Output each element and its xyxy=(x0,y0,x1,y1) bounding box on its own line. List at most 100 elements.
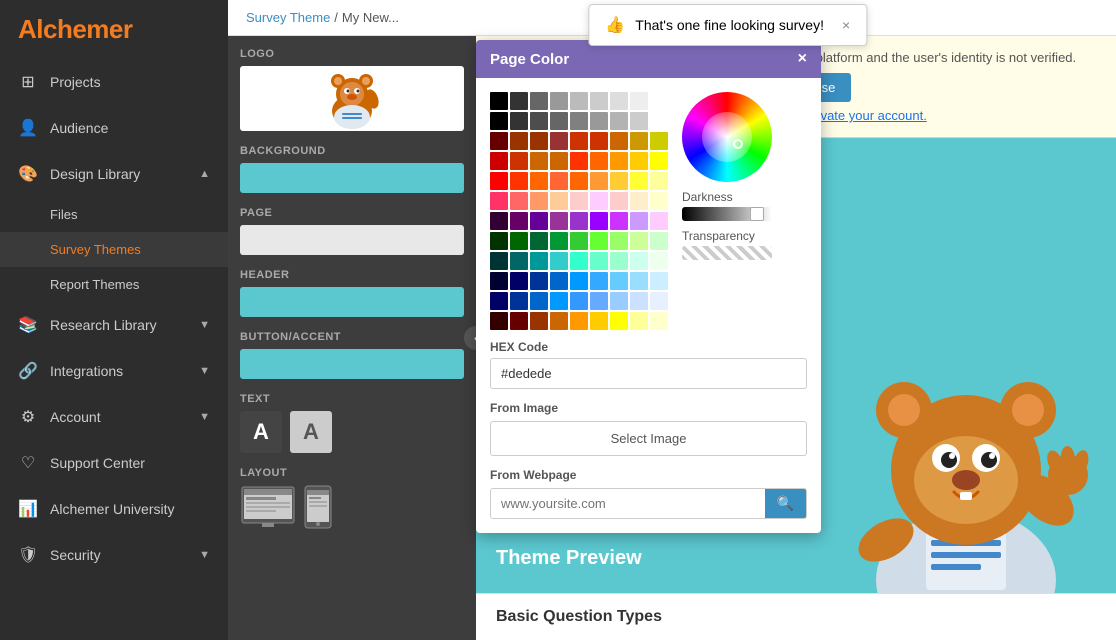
color-cell[interactable] xyxy=(650,152,668,170)
sidebar-sub-files[interactable]: Files xyxy=(0,197,228,232)
color-cell[interactable] xyxy=(550,232,568,250)
breadcrumb-parent[interactable]: Survey Theme xyxy=(246,10,330,25)
color-cell[interactable] xyxy=(590,172,608,190)
color-cell[interactable] xyxy=(530,272,548,290)
color-cell[interactable] xyxy=(610,152,628,170)
color-cell[interactable] xyxy=(630,92,648,110)
color-cell[interactable] xyxy=(550,212,568,230)
color-cell[interactable] xyxy=(530,112,548,130)
color-cell[interactable] xyxy=(490,192,508,210)
color-cell[interactable] xyxy=(550,172,568,190)
color-cell[interactable] xyxy=(570,252,588,270)
color-cell[interactable] xyxy=(550,272,568,290)
color-cell[interactable] xyxy=(550,312,568,330)
color-cell[interactable] xyxy=(630,212,648,230)
color-cell[interactable] xyxy=(650,292,668,310)
color-cell[interactable] xyxy=(510,172,528,190)
color-cell[interactable] xyxy=(630,112,648,130)
color-cell[interactable] xyxy=(510,272,528,290)
background-color-swatch[interactable] xyxy=(240,163,464,193)
sidebar-item-support[interactable]: ♡ Support Center xyxy=(0,440,228,486)
header-color-swatch[interactable] xyxy=(240,287,464,317)
collapse-panel-button[interactable]: ‹ xyxy=(462,324,476,352)
color-cell[interactable] xyxy=(590,132,608,150)
color-cell[interactable] xyxy=(610,312,628,330)
color-cell[interactable] xyxy=(590,272,608,290)
color-cell[interactable] xyxy=(510,92,528,110)
sidebar-item-audience[interactable]: 👤 Audience xyxy=(0,105,228,151)
color-cell[interactable] xyxy=(530,292,548,310)
color-picker-close-button[interactable]: × xyxy=(798,50,807,68)
sidebar-sub-survey-themes[interactable]: Survey Themes xyxy=(0,232,228,267)
color-cell[interactable] xyxy=(590,312,608,330)
color-cell[interactable] xyxy=(630,292,648,310)
sidebar-item-projects[interactable]: ⊞ Projects xyxy=(0,59,228,105)
color-cell[interactable] xyxy=(530,152,548,170)
color-cell[interactable] xyxy=(570,232,588,250)
color-cell[interactable] xyxy=(490,252,508,270)
darkness-slider[interactable] xyxy=(682,207,772,221)
color-wheel[interactable] xyxy=(682,92,772,182)
color-cell[interactable] xyxy=(650,192,668,210)
color-cell[interactable] xyxy=(610,112,628,130)
color-cell[interactable] xyxy=(530,232,548,250)
layout-preview[interactable] xyxy=(240,485,464,529)
sidebar-item-integrations[interactable]: 🔗 Integrations ▼ xyxy=(0,348,228,394)
color-cell[interactable] xyxy=(590,152,608,170)
color-cell[interactable] xyxy=(630,272,648,290)
color-cell[interactable] xyxy=(610,272,628,290)
color-cell[interactable] xyxy=(550,292,568,310)
sidebar-item-account[interactable]: ⚙ Account ▼ xyxy=(0,394,228,440)
color-cell[interactable] xyxy=(510,112,528,130)
sidebar-item-design-library[interactable]: 🎨 Design Library ▲ xyxy=(0,151,228,197)
text-light-swatch[interactable]: A xyxy=(290,411,332,453)
sidebar-item-research-library[interactable]: 📚 Research Library ▼ xyxy=(0,302,228,348)
color-cell[interactable] xyxy=(490,312,508,330)
color-cell[interactable] xyxy=(510,232,528,250)
accent-color-swatch[interactable] xyxy=(240,349,464,379)
color-cell[interactable] xyxy=(530,192,548,210)
color-cell[interactable] xyxy=(630,252,648,270)
color-cell[interactable] xyxy=(610,172,628,190)
color-cell[interactable] xyxy=(610,192,628,210)
color-cell[interactable] xyxy=(490,212,508,230)
toast-close-button[interactable]: × xyxy=(842,17,850,33)
sidebar-item-university[interactable]: 📊 Alchemer University xyxy=(0,486,228,532)
color-cell[interactable] xyxy=(550,112,568,130)
webpage-go-button[interactable]: 🔍 xyxy=(765,489,806,518)
color-cell[interactable] xyxy=(570,212,588,230)
color-cell[interactable] xyxy=(650,272,668,290)
color-cell[interactable] xyxy=(610,292,628,310)
sidebar-sub-report-themes[interactable]: Report Themes xyxy=(0,267,228,302)
color-cell[interactable] xyxy=(490,172,508,190)
color-cell[interactable] xyxy=(650,212,668,230)
app-logo[interactable]: Alchemer xyxy=(18,14,133,45)
color-cell[interactable] xyxy=(490,92,508,110)
color-cell[interactable] xyxy=(530,92,548,110)
color-cell[interactable] xyxy=(650,92,668,110)
hex-code-input[interactable] xyxy=(490,358,807,389)
color-cell[interactable] xyxy=(570,112,588,130)
color-cell[interactable] xyxy=(650,232,668,250)
color-cell[interactable] xyxy=(490,292,508,310)
color-cell[interactable] xyxy=(590,252,608,270)
color-cell[interactable] xyxy=(590,112,608,130)
color-cell[interactable] xyxy=(510,292,528,310)
color-cell[interactable] xyxy=(510,312,528,330)
color-cell[interactable] xyxy=(590,212,608,230)
color-cell[interactable] xyxy=(590,192,608,210)
color-cell[interactable] xyxy=(570,172,588,190)
color-cell[interactable] xyxy=(550,252,568,270)
color-cell[interactable] xyxy=(490,152,508,170)
color-cell[interactable] xyxy=(610,212,628,230)
color-cell[interactable] xyxy=(610,232,628,250)
color-cell[interactable] xyxy=(610,92,628,110)
color-cell[interactable] xyxy=(650,172,668,190)
color-cell[interactable] xyxy=(590,92,608,110)
color-cell[interactable] xyxy=(630,192,648,210)
color-cell[interactable] xyxy=(610,252,628,270)
color-cell[interactable] xyxy=(490,132,508,150)
color-cell[interactable] xyxy=(630,132,648,150)
color-cell[interactable] xyxy=(510,132,528,150)
color-cell[interactable] xyxy=(570,292,588,310)
